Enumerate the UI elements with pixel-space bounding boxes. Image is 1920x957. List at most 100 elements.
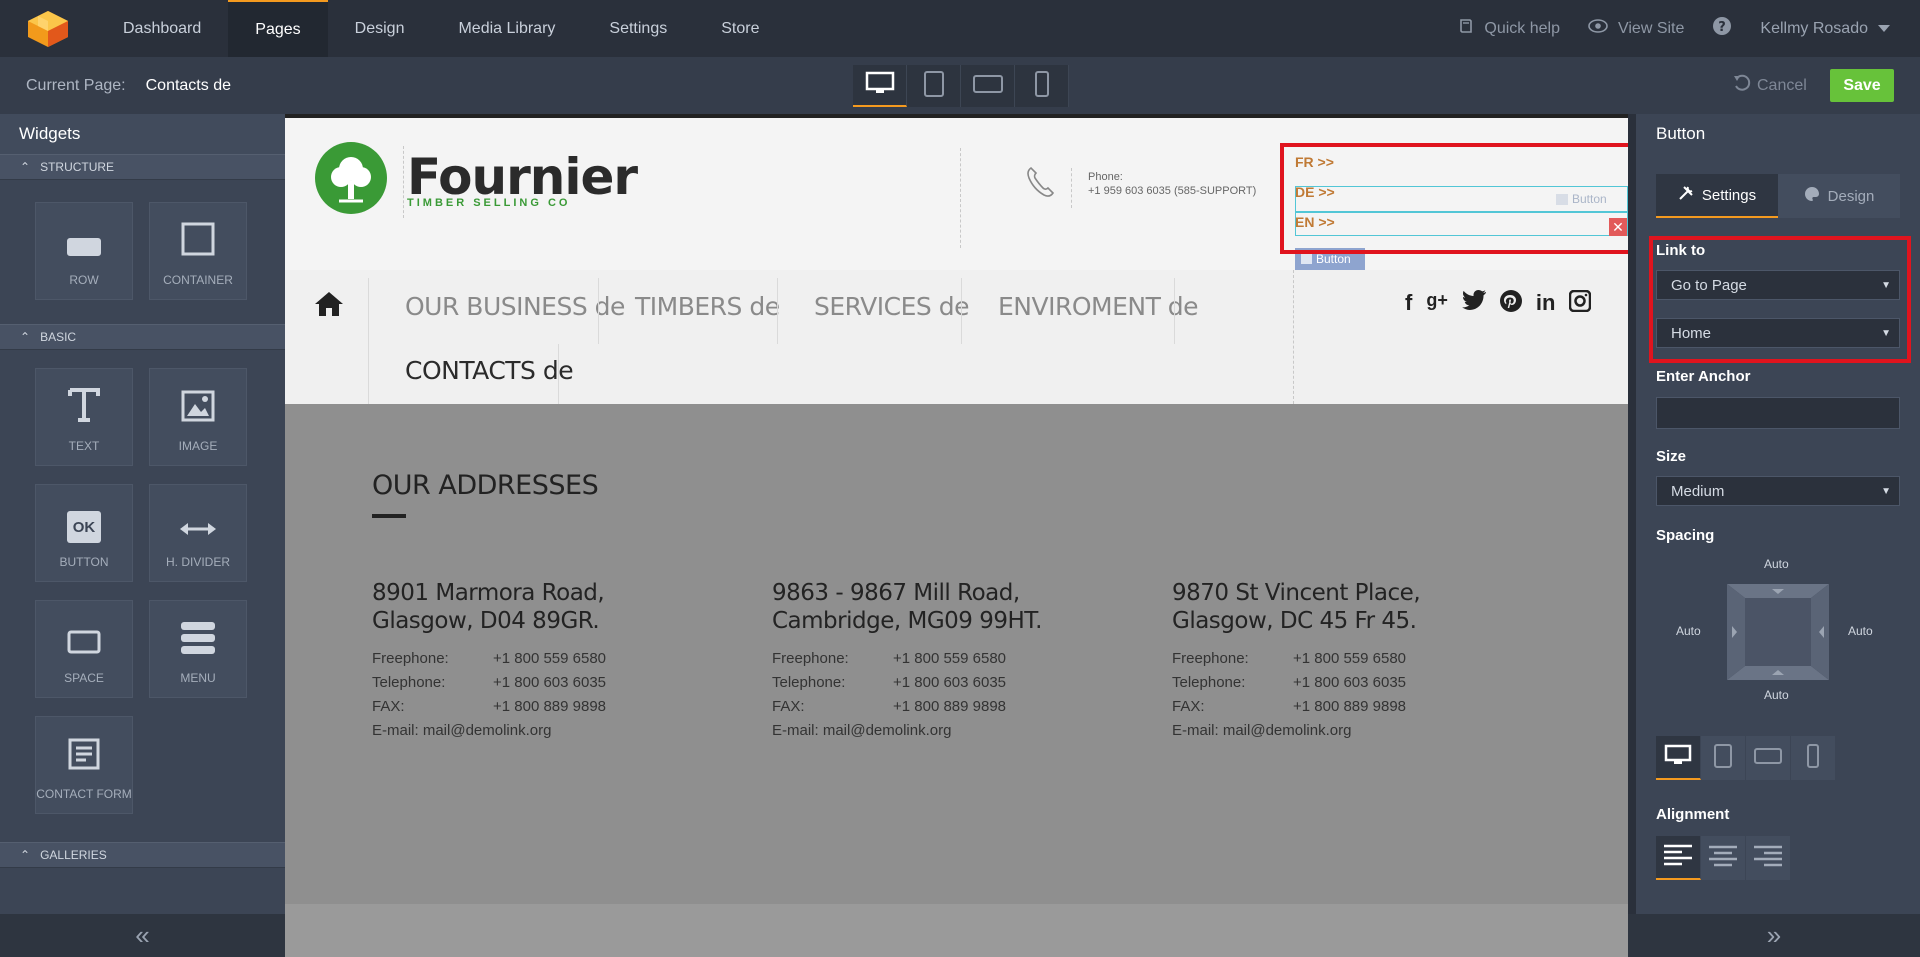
menu-contacts[interactable]: CONTACTS de: [405, 356, 574, 385]
home-icon[interactable]: [315, 292, 343, 321]
spacing-top-value[interactable]: Auto: [1764, 557, 1789, 571]
tablet-portrait-view-button[interactable]: [1701, 736, 1746, 780]
nav-store[interactable]: Store: [694, 0, 786, 57]
twitter-icon[interactable]: [1461, 290, 1486, 318]
spacing-left-value[interactable]: Auto: [1676, 624, 1701, 638]
widget-contact-form[interactable]: CONTACT FORM: [35, 716, 133, 814]
cancel-button[interactable]: Cancel: [1733, 57, 1807, 114]
pinterest-icon[interactable]: [1499, 290, 1522, 318]
widget-button[interactable]: OK BUTTON: [35, 484, 133, 582]
google-plus-icon[interactable]: g+: [1426, 290, 1448, 318]
palette-icon: [1804, 186, 1820, 206]
phone-divider: [1071, 168, 1072, 208]
nav-media-library[interactable]: Media Library: [431, 0, 582, 57]
ok-button-icon: OK: [67, 511, 101, 543]
section-structure[interactable]: ⌃ STRUCTURE: [0, 154, 285, 180]
linkedin-icon[interactable]: in: [1536, 290, 1556, 318]
freephone-row: Freephone: +1 800 559 6580: [772, 647, 1092, 671]
collapse-panel-button[interactable]: »: [1628, 914, 1920, 957]
double-chevron-right-icon: »: [1766, 920, 1782, 950]
spacing-bottom-value[interactable]: Auto: [1764, 688, 1789, 702]
fax-value: +1 800 889 9898: [493, 698, 607, 715]
menu-services[interactable]: SERVICES de: [814, 292, 969, 321]
highlight-lang-buttons: [1280, 143, 1628, 254]
widget-button-label: BUTTON: [59, 555, 109, 569]
email-line: E-mail: mail@demolink.org: [1172, 722, 1352, 739]
menu-bars-icon: [181, 622, 215, 659]
instagram-icon[interactable]: [1569, 289, 1592, 318]
section-structure-label: STRUCTURE: [40, 160, 115, 174]
site-menu: OUR BUSINESS de TIMBERS de SERVICES de E…: [285, 270, 1628, 404]
section-galleries[interactable]: ⌃ GALLERIES: [0, 842, 285, 868]
section-basic[interactable]: ⌃ BASIC: [0, 324, 285, 350]
user-menu[interactable]: Kellmy Rosado: [1746, 20, 1920, 38]
widget-space[interactable]: SPACE: [35, 600, 133, 698]
widget-row[interactable]: ROW: [35, 202, 133, 300]
help-button[interactable]: ?: [1698, 16, 1746, 41]
widget-image[interactable]: IMAGE: [149, 368, 247, 466]
chevron-down-icon: ▼: [1881, 485, 1891, 497]
desktop-icon: [865, 71, 895, 100]
collapse-sidebar-button[interactable]: «: [0, 914, 285, 957]
app-logo[interactable]: [0, 0, 96, 57]
panel-title: Button: [1656, 124, 1706, 143]
menu-our-business[interactable]: OUR BUSINESS de: [405, 292, 625, 321]
mobile-view-button[interactable]: [1791, 736, 1836, 780]
widget-container[interactable]: CONTAINER: [149, 202, 247, 300]
menu-enviroment[interactable]: ENVIROMENT de: [998, 292, 1199, 321]
current-page-selector[interactable]: Contacts de: [146, 77, 231, 95]
desktop-view-button[interactable]: [1656, 736, 1701, 780]
device-switcher: [853, 65, 1069, 107]
widget-space-label: SPACE: [64, 671, 104, 685]
widget-text[interactable]: TEXT: [35, 368, 133, 466]
address-line1: 9870 St Vincent Place,: [1172, 580, 1421, 606]
fax-label: FAX:: [772, 698, 805, 715]
widget-h-divider-label: H. DIVIDER: [165, 555, 230, 569]
nav-dashboard[interactable]: Dashboard: [96, 0, 228, 57]
double-chevron-left-icon: «: [135, 920, 150, 950]
anchor-label: Enter Anchor: [1656, 368, 1751, 385]
tablet-portrait-view-button[interactable]: [907, 65, 961, 107]
align-center-button[interactable]: [1701, 836, 1746, 880]
menu-separator: [558, 344, 559, 404]
eye-icon: [1588, 19, 1608, 38]
nav-design[interactable]: Design: [328, 0, 432, 57]
size-select[interactable]: Medium ▼: [1656, 476, 1900, 506]
svg-text:?: ?: [1719, 20, 1727, 35]
align-right-button[interactable]: [1746, 836, 1791, 880]
address-line1: 8901 Marmora Road,: [372, 580, 605, 606]
tab-design[interactable]: Design: [1778, 174, 1900, 218]
widget-contact-form-label: CONTACT FORM: [36, 787, 132, 801]
facebook-icon[interactable]: f: [1405, 290, 1412, 318]
container-icon: [181, 222, 215, 261]
user-name: Kellmy Rosado: [1760, 19, 1868, 37]
quick-help-link[interactable]: Quick help: [1444, 18, 1574, 39]
tab-settings[interactable]: Settings: [1656, 174, 1778, 218]
undo-icon: [1733, 74, 1751, 97]
nav-pages[interactable]: Pages: [228, 0, 328, 57]
widget-h-divider[interactable]: H. DIVIDER: [149, 484, 247, 582]
widget-menu[interactable]: MENU: [149, 600, 247, 698]
email-line: E-mail: mail@demolink.org: [372, 722, 552, 739]
tablet-landscape-view-button[interactable]: [1746, 736, 1791, 780]
spacing-right-value[interactable]: Auto: [1848, 624, 1873, 638]
spacing-box-model[interactable]: [1727, 584, 1829, 680]
save-button[interactable]: Save: [1830, 69, 1894, 102]
menu-separator: [368, 278, 369, 344]
menu-timbers[interactable]: TIMBERS de: [635, 292, 780, 321]
page-canvas[interactable]: Fournier TIMBER SELLING CO Phone: +1 959…: [285, 114, 1628, 957]
align-left-button[interactable]: [1656, 836, 1701, 880]
freephone-row: Freephone: +1 800 559 6580: [1172, 647, 1492, 671]
tablet-landscape-view-button[interactable]: [961, 65, 1015, 107]
highlight-link-settings: [1649, 236, 1911, 363]
address-card: 9870 St Vincent Place, Glasgow, DC 45 Fr…: [1172, 579, 1492, 743]
canvas-scrollbar[interactable]: [1628, 114, 1636, 957]
anchor-input[interactable]: [1656, 397, 1900, 429]
properties-panel: Button Settings Design Link to Go to Pag…: [1636, 114, 1920, 957]
collapse-icon: ⌃: [20, 160, 31, 174]
desktop-view-button[interactable]: [853, 65, 907, 107]
nav-settings[interactable]: Settings: [582, 0, 694, 57]
view-site-link[interactable]: View Site: [1574, 19, 1698, 38]
alignment-label: Alignment: [1656, 806, 1730, 823]
mobile-view-button[interactable]: [1015, 65, 1069, 107]
